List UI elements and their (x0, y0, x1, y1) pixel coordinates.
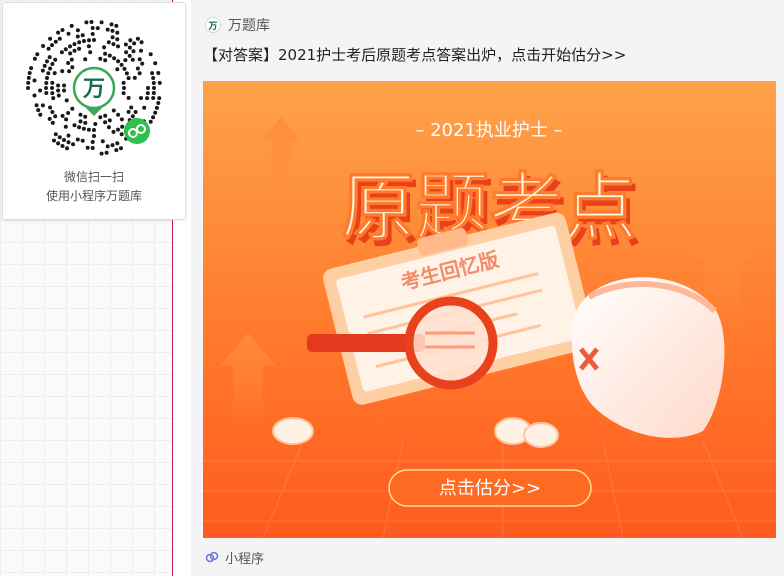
mini-program-badge-icon (124, 118, 150, 144)
card-header: 万 万题库 (205, 14, 270, 36)
card-footer: 小程序 (205, 547, 264, 567)
page: 万 微信扫一扫 使用小程序万题库 万 万题库 【对答案】2021护士考后原题考点… (0, 0, 784, 576)
mini-program-link-icon (205, 551, 219, 563)
mini-program-label: 小程序 (225, 551, 265, 567)
banner-subtitle: – 2021执业护士 – (415, 120, 562, 141)
qr-code-popup: 万 微信扫一扫 使用小程序万题库 (2, 2, 186, 220)
qr-caption-use: 使用小程序万题库 (45, 189, 142, 203)
mini-program-card[interactable]: 万 万题库 【对答案】2021护士考后原题考点答案出炉，点击开始估分>> – 2… (191, 0, 784, 576)
promo-banner[interactable]: – 2021执业护士 – 原题考点 原题考点 考生回忆版 点击估分>> (203, 81, 776, 538)
card-title[interactable]: 【对答案】2021护士考后原题考点答案出炉，点击开始估分>> (203, 44, 626, 65)
estimate-score-button[interactable]: 点击估分>> (388, 469, 592, 507)
mini-program-qr-code: 万 (26, 20, 162, 156)
app-name: 万题库 (228, 18, 270, 34)
qr-center-logo: 万 (82, 77, 105, 102)
estimate-score-label: 点击估分>> (439, 478, 541, 499)
wanti-logo-icon: 万 (205, 17, 221, 33)
qr-caption-scan: 微信扫一扫 (63, 170, 124, 184)
